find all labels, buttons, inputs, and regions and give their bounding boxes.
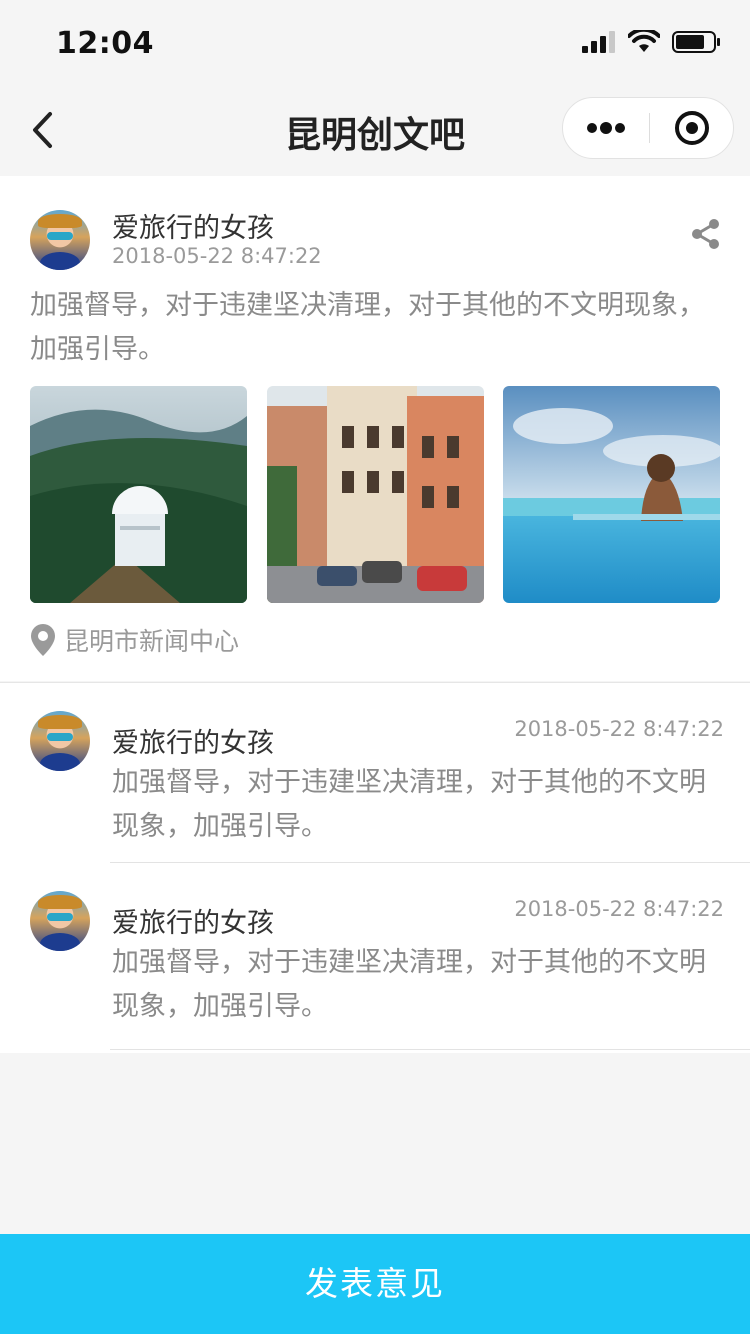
mini-program-capsule [562, 97, 734, 159]
battery-icon [672, 31, 720, 53]
post-location[interactable]: 昆明市新闻中心 [30, 622, 239, 658]
post-image-grid [30, 386, 720, 603]
comment-author-name: 爱旅行的女孩 [112, 908, 274, 939]
post-opinion-button[interactable]: 发表意见 [0, 1234, 750, 1334]
post-image-1[interactable] [30, 386, 247, 603]
post-image-2[interactable] [267, 386, 484, 603]
post-author-name: 爱旅行的女孩 [112, 213, 274, 244]
target-close-icon [675, 111, 709, 145]
main-post: 爱旅行的女孩 2018-05-22 8:47:22 加强督导，对于违建坚决清理，… [0, 176, 750, 681]
signal-icon [582, 31, 615, 53]
status-time: 12:04 [56, 26, 154, 61]
comment-timestamp: 2018-05-22 8:47:22 [514, 717, 724, 741]
comment-content: 加强督导，对于违建坚决清理，对于其他的不文明现象，加强引导。 [112, 767, 706, 842]
avatar[interactable] [30, 891, 90, 951]
comment-content: 加强督导，对于违建坚决清理，对于其他的不文明现象，加强引导。 [112, 947, 706, 1022]
status-icons [582, 30, 722, 54]
status-bar: 12:04 [0, 0, 750, 88]
comment-list: 爱旅行的女孩 2018-05-22 8:47:22 加强督导，对于违建坚决清理，… [0, 682, 750, 1053]
close-mini-program-button[interactable] [650, 98, 734, 158]
post-timestamp: 2018-05-22 8:47:22 [112, 244, 322, 268]
share-icon[interactable] [688, 216, 724, 252]
more-button[interactable] [563, 98, 649, 158]
list-item: 爱旅行的女孩 2018-05-22 8:47:22 加强督导，对于违建坚决清理，… [0, 683, 750, 863]
divider [110, 862, 750, 863]
wifi-icon [628, 30, 660, 52]
comment-timestamp: 2018-05-22 8:47:22 [514, 897, 724, 921]
avatar[interactable] [30, 210, 90, 270]
post-content: 加强督导，对于违建坚决清理，对于其他的不文明现象，加强引导。 [30, 290, 705, 365]
post-image-3[interactable] [503, 386, 720, 603]
avatar[interactable] [30, 711, 90, 771]
list-item: 爱旅行的女孩 2018-05-22 8:47:22 加强督导，对于违建坚决清理，… [0, 870, 750, 1050]
location-pin-icon [31, 624, 55, 656]
comment-author-name: 爱旅行的女孩 [112, 728, 274, 759]
more-dots-icon [587, 122, 625, 134]
divider [110, 1049, 750, 1050]
navigation-bar: 昆明创文吧 [0, 88, 750, 176]
location-label: 昆明市新闻中心 [64, 627, 240, 656]
